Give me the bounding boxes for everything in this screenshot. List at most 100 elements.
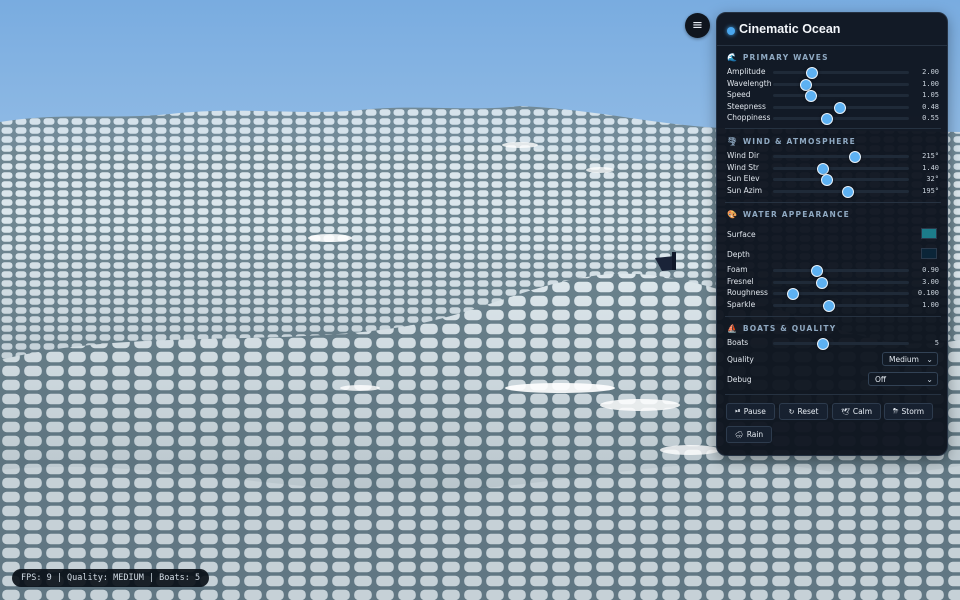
amplitude-slider[interactable] (773, 67, 909, 79)
debug-label: Debug (727, 375, 752, 384)
boats-slider[interactable] (773, 338, 909, 350)
sparkle-label: Sparkle (727, 299, 756, 309)
pause-icon: ⏯ (735, 407, 741, 415)
panel-title: Cinematic Ocean (739, 22, 841, 36)
boats-slider-thumb[interactable] (817, 338, 830, 350)
quality-select-value: Medium (889, 355, 919, 364)
choppiness-slider[interactable] (773, 113, 909, 126)
sun-elev-value: 32° (926, 175, 939, 184)
wind-str-slider[interactable] (773, 162, 909, 175)
sparkle-value: 1.00 (922, 300, 939, 309)
controls-panel: Cinematic Ocean 🌊 PRIMARY WAVES Amplitud… (716, 12, 948, 456)
choppiness-label: Choppiness (727, 113, 771, 123)
wave-icon: 🌊 (727, 53, 739, 62)
divider (725, 316, 941, 317)
fresnel-slider[interactable] (773, 276, 909, 289)
slider-row-roughness: Roughness 0.100 (717, 287, 947, 301)
section-boats-quality: ⛵ BOATS & QUALITY (727, 324, 836, 333)
sun-azim-label: Sun Azim (727, 185, 763, 195)
wavelength-slider[interactable] (773, 78, 909, 91)
slider-row-choppiness: Choppiness 0.55 (717, 112, 947, 126)
slider-row-wind-dir: Wind Dir 215° (717, 150, 947, 163)
wind-str-label: Wind Str (727, 162, 760, 172)
sun-azim-slider[interactable] (773, 185, 909, 198)
reset-button[interactable]: ↻ Reset (779, 403, 828, 420)
chevron-down-icon: ⌄ (926, 375, 933, 384)
wind-icon: 🌪 (727, 137, 739, 146)
wavelength-label: Wavelength (727, 78, 772, 88)
slider-row-amplitude: Amplitude 2.00 (717, 66, 947, 79)
reset-button-label: Reset (797, 407, 819, 416)
calm-button-label: Calm (852, 407, 873, 416)
wind-dir-value: 215° (922, 152, 939, 160)
steepness-value: 0.48 (922, 102, 939, 111)
steepness-slider[interactable] (773, 101, 909, 114)
section-title-label: WATER APPEARANCE (742, 210, 851, 219)
divider (725, 202, 941, 203)
section-title-label: BOATS & QUALITY (742, 324, 837, 333)
rain-button[interactable]: 🌧 Rain (726, 426, 772, 443)
divider (725, 394, 941, 395)
sun-azim-slider-thumb[interactable] (841, 185, 854, 198)
chevron-down-icon: ⌄ (926, 355, 933, 364)
wind-dir-slider[interactable] (773, 151, 909, 163)
slider-row-steepness: Steepness 0.48 (717, 101, 947, 114)
speed-slider[interactable] (773, 90, 909, 103)
section-title-label: PRIMARY WAVES (742, 53, 829, 62)
fresnel-value: 3.00 (922, 277, 939, 286)
wind-str-value: 1.40 (922, 163, 939, 172)
slider-row-boats: Boats 5 (717, 337, 947, 350)
sparkle-slider[interactable] (773, 299, 909, 312)
steepness-label: Steepness (727, 101, 766, 111)
slider-row-sun-azim: Sun Azim 195° (717, 185, 947, 198)
slider-row-foam: Foam 0.90 (717, 264, 947, 277)
sun-azim-value: 195° (922, 186, 939, 195)
hamburger-menu-icon[interactable]: ≡ (685, 13, 710, 38)
quality-label: Quality (727, 355, 754, 364)
rain-button-label: Rain (746, 430, 764, 439)
fresnel-label: Fresnel (727, 276, 754, 286)
storm-button[interactable]: ⛈ Storm (884, 403, 933, 420)
debug-select[interactable]: Off ⌄ (868, 372, 938, 386)
status-bar: FPS: 9 | Quality: MEDIUM | Boats: 5 (12, 569, 210, 587)
pause-button[interactable]: ⏯ Pause (726, 403, 775, 420)
slider-row-wavelength: Wavelength 1.00 (717, 78, 947, 91)
sun-elev-label: Sun Elev (727, 174, 760, 184)
debug-select-value: Off (875, 375, 887, 384)
slider-row-speed: Speed 1.05 (717, 89, 947, 103)
slider-row-sparkle: Sparkle 1.00 (717, 299, 947, 312)
section-primary-waves: 🌊 PRIMARY WAVES (727, 53, 829, 62)
roughness-slider[interactable] (773, 288, 909, 301)
surface-color-picker[interactable] (921, 228, 937, 239)
quality-select[interactable]: Medium ⌄ (882, 352, 938, 366)
amplitude-value: 2.00 (922, 68, 939, 76)
slider-row-fresnel: Fresnel 3.00 (717, 276, 947, 289)
rain-icon: 🌧 (734, 430, 744, 439)
wavelength-value: 1.00 (922, 79, 939, 88)
status-dot-icon (727, 27, 735, 35)
section-water-appearance: 🎨 WATER APPEARANCE (727, 210, 850, 219)
boats-value: 5 (934, 339, 939, 347)
roughness-value: 0.100 (917, 289, 939, 298)
roughness-label: Roughness (727, 288, 768, 298)
sparkle-slider-thumb[interactable] (822, 299, 835, 312)
pause-button-label: Pause (743, 407, 766, 416)
reset-icon: ↻ (788, 407, 795, 416)
depth-color-picker[interactable] (921, 248, 937, 259)
foam-slider[interactable] (773, 265, 909, 277)
section-title-label: WIND & ATMOSPHERE (742, 137, 856, 146)
amplitude-label: Amplitude (727, 67, 766, 76)
foam-label: Foam (727, 265, 748, 274)
sun-elev-slider[interactable] (773, 174, 909, 187)
wind-dir-label: Wind Dir (727, 151, 760, 160)
divider (725, 128, 941, 129)
speed-label: Speed (727, 90, 751, 100)
choppiness-slider-thumb[interactable] (821, 113, 834, 126)
palette-icon: 🎨 (727, 210, 739, 219)
surface-label: Surface (727, 230, 756, 239)
panel-header: Cinematic Ocean (717, 13, 947, 46)
calm-button[interactable]: 🕊 Calm (832, 403, 881, 420)
storm-button-label: Storm (901, 407, 925, 416)
depth-color-row: Depth (717, 248, 947, 260)
boats-label: Boats (727, 338, 749, 347)
